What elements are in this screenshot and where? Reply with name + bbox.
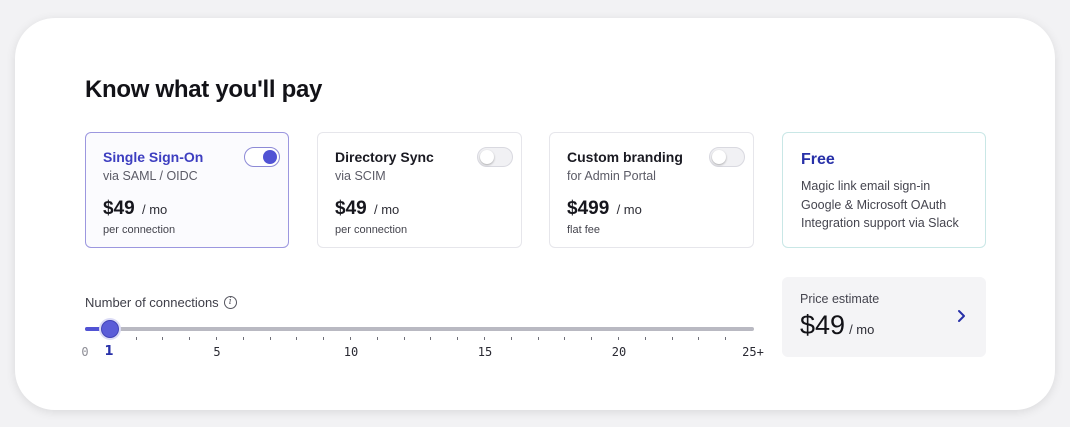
connections-label-text: Number of connections [85, 295, 219, 310]
option-price: $499 / mo [567, 198, 642, 219]
slider-tick [457, 337, 459, 340]
price-unit: / mo [616, 202, 642, 217]
price-unit: / mo [373, 202, 400, 217]
free-feature: Google & Microsoft OAuth [801, 197, 947, 212]
custom-branding-toggle[interactable] [709, 147, 745, 167]
price-estimate-label: Price estimate [800, 292, 880, 306]
sso-toggle[interactable] [244, 147, 280, 167]
slider-tick [564, 337, 566, 340]
option-note: per connection [335, 224, 408, 236]
option-note: per connection [103, 224, 176, 236]
slider-tick [216, 337, 217, 340]
price-estimate-value: $49/ mo [800, 310, 875, 340]
slider-tick [350, 337, 351, 340]
option-subtitle: via SAML / OIDC [103, 169, 198, 183]
option-price: $49 / mo [103, 198, 168, 219]
slider-tick [537, 337, 539, 340]
page-title: Know what you'll pay [85, 76, 323, 103]
slider-tick [162, 337, 164, 340]
slider-tick [135, 337, 137, 340]
toggle-knob [480, 150, 494, 164]
slider-tick [296, 337, 298, 340]
price-unit: / mo [141, 202, 168, 217]
directory-sync-toggle[interactable] [477, 147, 513, 167]
free-feature: Magic link email sign-in [801, 179, 931, 193]
slider-thumb[interactable] [101, 320, 119, 338]
option-price: $49 / mo [335, 198, 400, 219]
slider-tick [510, 337, 512, 340]
slider-tick [725, 337, 727, 340]
slider-tick [403, 337, 405, 340]
tick-label-min: 0 [81, 345, 89, 359]
toggle-knob [263, 150, 277, 164]
tick-label-max: 25+ [742, 345, 764, 359]
price-estimate-unit: / mo [849, 322, 875, 337]
option-subtitle: via SCIM [335, 169, 386, 183]
slider-tick [242, 337, 244, 340]
slider-track[interactable] [85, 327, 754, 331]
price-estimate[interactable]: Price estimate $49/ mo [782, 277, 986, 357]
info-icon[interactable]: i [223, 296, 237, 309]
free-tier-title: Free [801, 151, 835, 168]
tick-label: 15 [477, 345, 493, 359]
slider-tick [644, 337, 646, 340]
slider-tick [376, 337, 378, 340]
tick-label-current: 1 [104, 344, 114, 359]
slider-tick [484, 337, 485, 340]
slider-tick [269, 337, 271, 340]
toggle-knob [712, 150, 726, 164]
tick-label: 20 [611, 345, 627, 359]
slider-tick [430, 337, 432, 340]
option-note: flat fee [567, 224, 601, 236]
slider-tick [323, 337, 325, 340]
connections-label: Number of connections i [85, 295, 237, 310]
slider-tick [671, 337, 673, 340]
option-directory-sync[interactable]: Directory Sync via SCIM $49 / mo per con… [317, 132, 522, 248]
option-single-sign-on[interactable]: Single Sign-On via SAML / OIDC $49 / mo … [85, 132, 289, 248]
slider-tick [698, 337, 700, 340]
slider-tick [618, 337, 619, 340]
option-custom-branding[interactable]: Custom branding for Admin Portal $499 / … [549, 132, 754, 248]
free-tier-card: Free Magic link email sign-in Google & M… [782, 132, 986, 248]
free-feature: Integration support via Slack [801, 216, 959, 230]
chevron-right-icon[interactable] [956, 307, 968, 325]
slider-tick [189, 337, 191, 340]
tick-label: 5 [213, 345, 221, 359]
slider-tick [591, 337, 593, 340]
option-subtitle: for Admin Portal [567, 169, 656, 183]
tick-label: 10 [343, 345, 359, 359]
